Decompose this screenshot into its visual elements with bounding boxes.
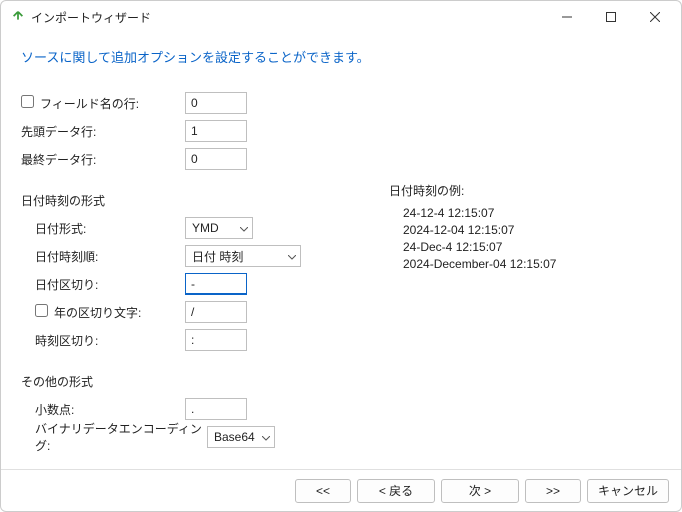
four-digit-year-checkbox[interactable] — [35, 304, 48, 317]
field-name-row-checkbox[interactable] — [21, 95, 34, 108]
date-sep-input[interactable] — [185, 273, 247, 295]
example-item: 24-Dec-4 12:15:07 — [389, 239, 556, 256]
date-format-label: 日付形式: — [21, 220, 185, 237]
date-sep-label: 日付区切り: — [21, 276, 185, 293]
other-section-header: その他の形式 — [21, 373, 661, 390]
window-title: インポートウィザード — [31, 9, 151, 26]
next-button[interactable]: 次 > — [441, 479, 519, 503]
four-digit-year-label: 年の区切り文字: — [21, 304, 185, 321]
last-button[interactable]: >> — [525, 479, 581, 503]
example-item: 24-12-4 12:15:07 — [389, 205, 556, 222]
datetime-order-select[interactable]: 日付 時刻 — [185, 245, 301, 267]
first-data-row-input[interactable] — [185, 120, 247, 142]
field-name-row-label: フィールド名の行: — [21, 95, 185, 112]
datetime-order-label: 日付時刻順: — [21, 248, 185, 265]
field-name-row-input[interactable] — [185, 92, 247, 114]
decimal-input[interactable] — [185, 398, 247, 420]
datetime-examples: 日付時刻の例: 24-12-4 12:15:07 2024-12-04 12:1… — [389, 182, 556, 273]
chevron-down-icon — [262, 430, 270, 444]
cancel-button[interactable]: キャンセル — [587, 479, 669, 503]
examples-header: 日付時刻の例: — [389, 182, 556, 199]
date-format-select[interactable]: YMD — [185, 217, 253, 239]
encoding-select[interactable]: Base64 — [207, 426, 275, 448]
example-item: 2024-12-04 12:15:07 — [389, 222, 556, 239]
chevron-down-icon — [288, 249, 296, 263]
first-data-row-label: 先頭データ行: — [21, 123, 185, 140]
page-heading: ソースに関して追加オプションを設定することができます。 — [1, 33, 681, 74]
example-item: 2024-December-04 12:15:07 — [389, 256, 556, 273]
maximize-button[interactable] — [589, 3, 633, 31]
encoding-label: バイナリデータエンコーディング: — [21, 420, 207, 454]
last-data-row-input[interactable] — [185, 148, 247, 170]
back-button[interactable]: < 戻る — [357, 479, 435, 503]
last-data-row-label: 最終データ行: — [21, 151, 185, 168]
titlebar: インポートウィザード — [1, 1, 681, 33]
decimal-label: 小数点: — [21, 401, 185, 418]
first-button[interactable]: << — [295, 479, 351, 503]
wizard-footer: << < 戻る 次 > >> キャンセル — [1, 469, 681, 511]
app-icon — [11, 10, 25, 24]
chevron-down-icon — [240, 221, 248, 235]
datetime-section-header: 日付時刻の形式 — [21, 192, 661, 209]
time-sep-input[interactable] — [185, 329, 247, 351]
year-sep-input[interactable] — [185, 301, 247, 323]
time-sep-label: 時刻区切り: — [21, 332, 185, 349]
minimize-button[interactable] — [545, 3, 589, 31]
close-button[interactable] — [633, 3, 677, 31]
